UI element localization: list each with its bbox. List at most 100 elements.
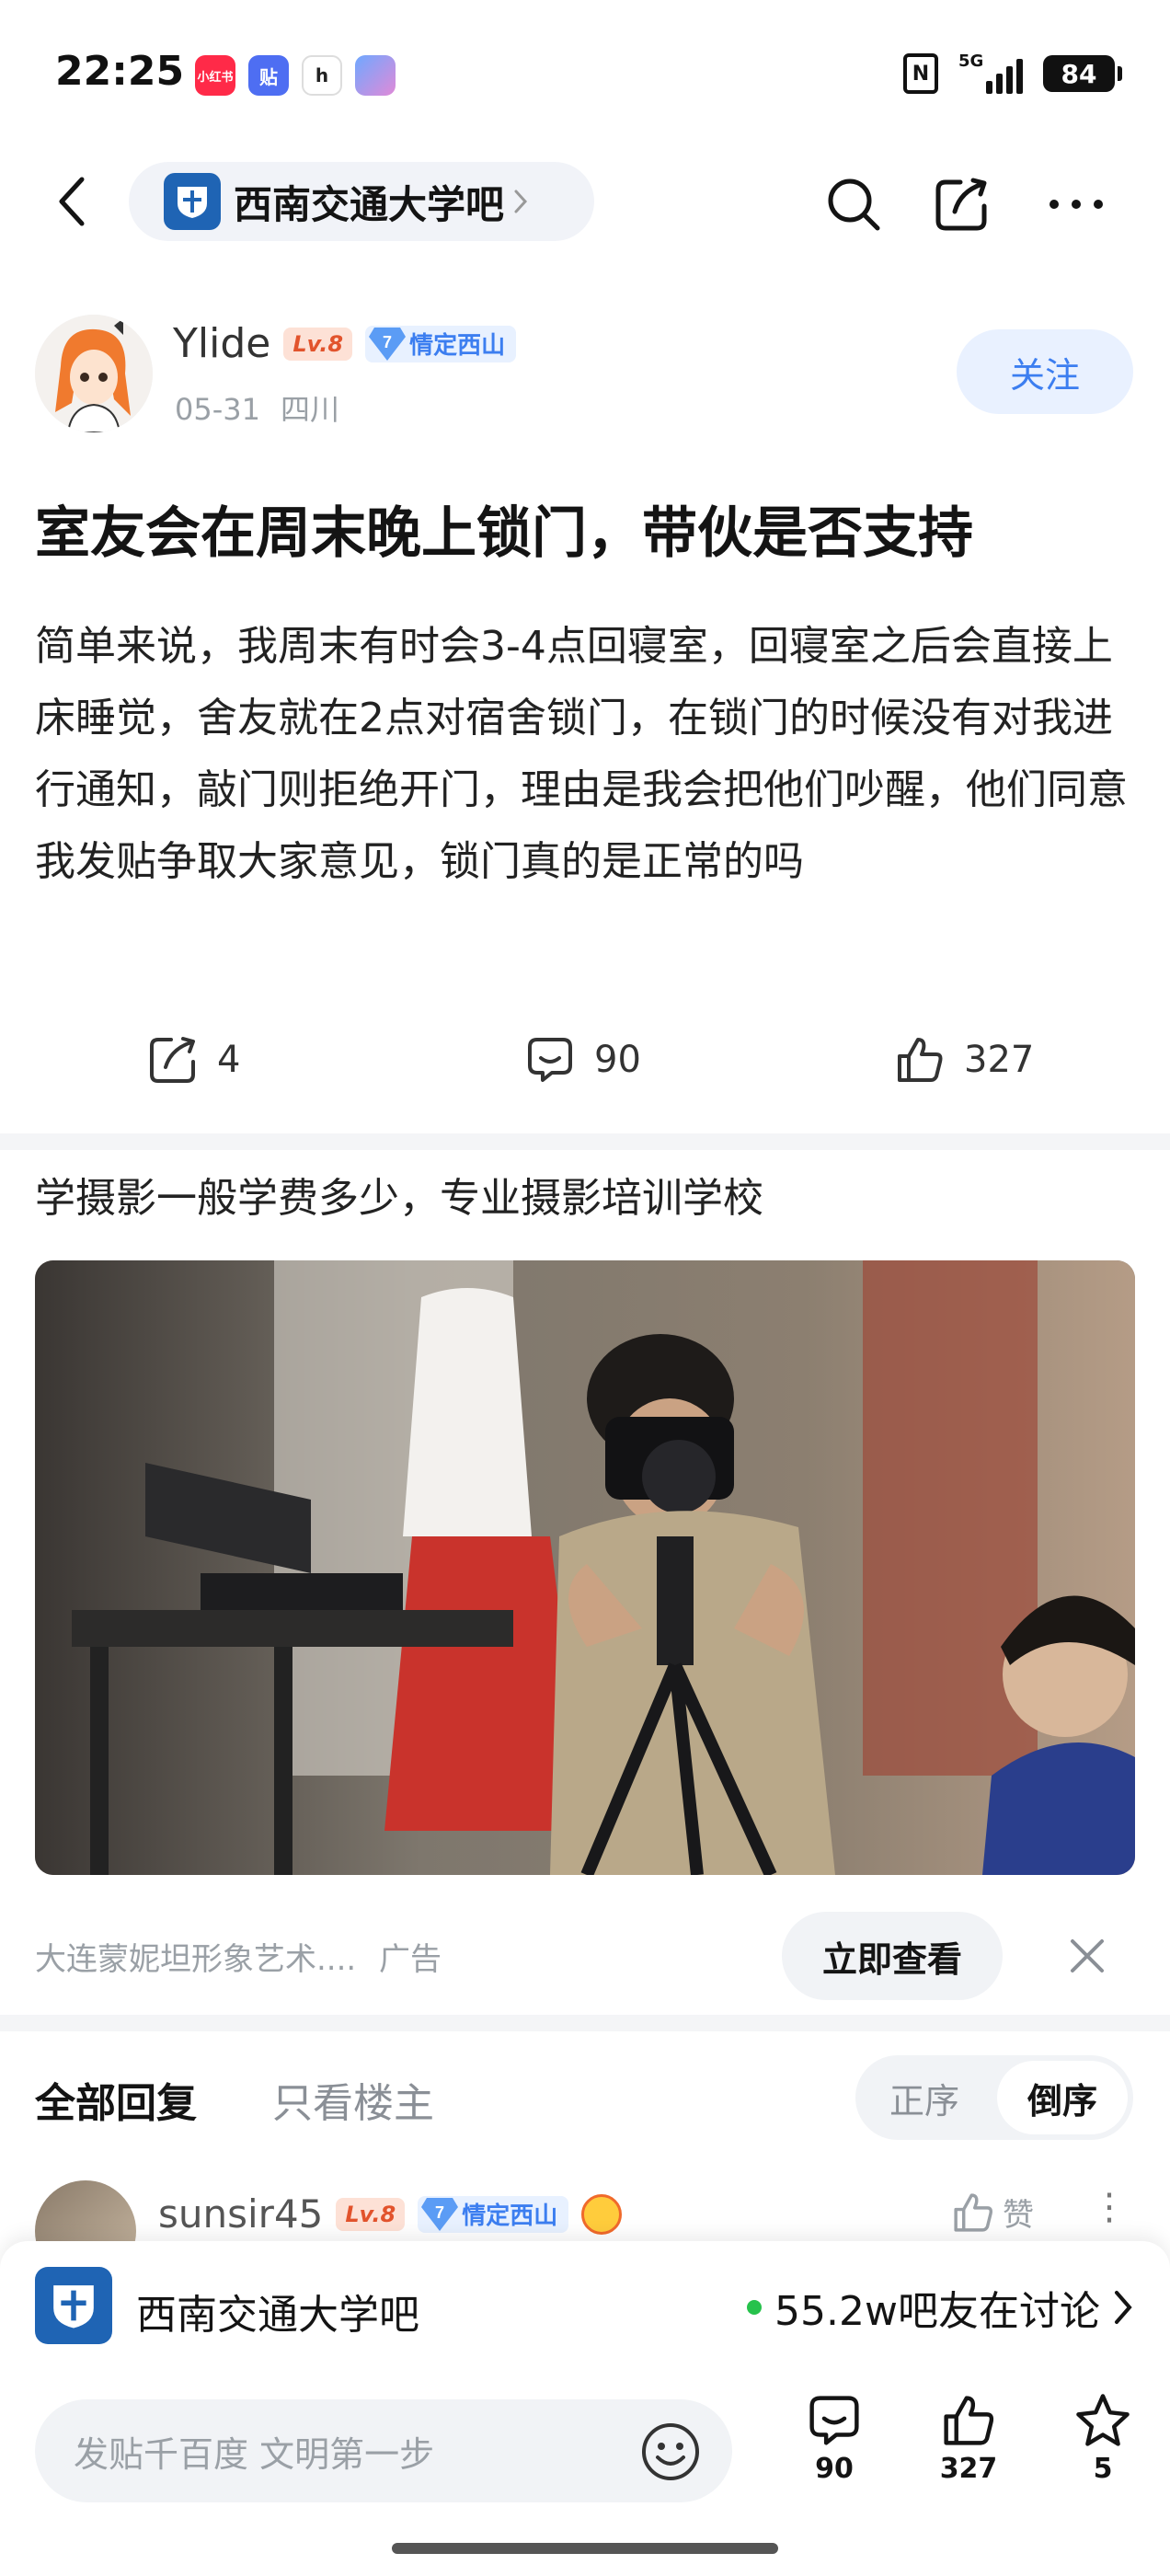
- reply-more-button[interactable]: ⋮: [1091, 2186, 1128, 2228]
- more-icon: [1050, 200, 1103, 209]
- section-divider: [0, 1133, 1170, 1150]
- comment-icon: [809, 2396, 859, 2445]
- smiley-icon: [642, 2423, 699, 2480]
- comment-count: 90: [594, 1039, 641, 1081]
- ad-source-name: 大连蒙妮坦形象艺术....: [35, 1941, 357, 1978]
- reply-header: 全部回复 只看楼主 正序 倒序: [0, 2052, 1170, 2144]
- share-button[interactable]: [927, 169, 997, 239]
- share-count: 4: [217, 1039, 241, 1081]
- section-divider: [0, 2015, 1170, 2031]
- ad-footer: 大连蒙妮坦形象艺术.... 广告 立即查看: [0, 1912, 1170, 2000]
- bottom-like-button[interactable]: 327: [918, 2392, 1019, 2485]
- share-action[interactable]: 4: [147, 1023, 240, 1097]
- forum-bar[interactable]: 西南交通大学吧 55.2w吧友在讨论: [0, 2241, 1170, 2370]
- thumbs-up-icon: [954, 2192, 992, 2232]
- chevron-left-icon: [59, 177, 85, 226]
- comment-action[interactable]: 90: [524, 1023, 641, 1097]
- star-icon: [1076, 2394, 1130, 2446]
- bottom-favorite-count: 5: [1093, 2453, 1113, 2485]
- emoji-badge-icon: [581, 2193, 623, 2235]
- bottom-like-count: 327: [939, 2453, 998, 2485]
- search-icon: [828, 178, 880, 231]
- tab-all-replies[interactable]: 全部回复: [35, 2070, 197, 2129]
- app-icon: h: [302, 55, 342, 96]
- chevron-right-icon: [1115, 2291, 1132, 2324]
- reply-like-label: 赞: [1003, 2197, 1034, 2234]
- discussion-text: 55.2w吧友在讨论: [774, 2288, 1100, 2335]
- post-author: Ylide Lv.8 7 情定西山 05-31 四川 关注: [0, 304, 1170, 442]
- ad-source: 大连蒙妮坦形象艺术.... 广告: [35, 1934, 442, 1979]
- ad-title[interactable]: 学摄影一般学费多少，专业摄影培训学校: [35, 1165, 763, 1224]
- forum-logo-icon: [35, 2267, 112, 2344]
- back-button[interactable]: [44, 169, 99, 234]
- more-button[interactable]: [1041, 169, 1111, 239]
- post-actions: 4 90 327: [0, 1023, 1170, 1097]
- bottom-comment-button[interactable]: 90: [784, 2392, 885, 2485]
- thumbs-up-icon: [898, 1038, 943, 1082]
- sort-toggle: 正序 倒序: [855, 2055, 1133, 2140]
- top-nav: 西南交通大学吧: [0, 156, 1170, 248]
- post-date: 05-31: [175, 392, 260, 427]
- close-ad-button[interactable]: [1058, 1926, 1117, 1985]
- battery-icon: 84: [1043, 55, 1122, 92]
- author-name[interactable]: Ylide: [173, 320, 270, 367]
- tag-text: 情定西山: [409, 332, 506, 360]
- home-indicator[interactable]: [392, 2543, 778, 2554]
- emoji-button[interactable]: [638, 2420, 703, 2484]
- reply-author-name[interactable]: sunsir45: [158, 2191, 323, 2237]
- thumbs-up-icon: [944, 2396, 994, 2445]
- search-button[interactable]: [819, 169, 889, 239]
- network-type: 5G: [958, 52, 984, 71]
- like-count: 327: [964, 1039, 1035, 1081]
- post-body: 简单来说，我周末有时会3-4点回寝室，回寝室之后会直接上床睡觉，舍友就在2点对宿…: [35, 623, 1128, 885]
- nfc-icon: N: [903, 53, 938, 94]
- share-icon: [935, 178, 987, 231]
- like-action[interactable]: 327: [894, 1023, 1034, 1097]
- avatar[interactable]: [35, 315, 153, 432]
- signal-icon: 5G: [958, 52, 1023, 94]
- forum-name: 西南交通大学吧: [234, 181, 505, 227]
- member-tag: 7 情定西山: [418, 2194, 569, 2235]
- author-name-row: Ylide Lv.8 7 情定西山: [173, 320, 517, 367]
- xiaohongshu-icon: 小红书: [195, 55, 235, 96]
- system-icons: N 5G 84: [903, 52, 1122, 94]
- gem-icon: 7: [365, 324, 409, 364]
- level-badge: Lv.8: [336, 2197, 406, 2231]
- bottom-comment-count: 90: [815, 2453, 854, 2485]
- tag-level: 7: [435, 2203, 444, 2222]
- status-bar: 22:25 小红书 贴 h N 5G 84: [0, 0, 1170, 147]
- reply-author-row: sunsir45 Lv.8 7 情定西山: [158, 2191, 623, 2237]
- sort-ascending[interactable]: 正序: [855, 2055, 993, 2140]
- post-location: 四川: [280, 392, 339, 427]
- clock: 22:25: [55, 48, 185, 95]
- tab-op-only[interactable]: 只看楼主: [272, 2070, 434, 2129]
- ad-image[interactable]: [35, 1260, 1135, 1875]
- bottom-favorite-button[interactable]: 5: [1052, 2392, 1153, 2485]
- ad-cta-button[interactable]: 立即查看: [782, 1912, 1003, 2000]
- forum-bar-name: 西南交通大学吧: [136, 2292, 419, 2339]
- member-tag: 7 情定西山: [365, 324, 517, 364]
- reply-input[interactable]: 发贴千百度 文明第一步: [35, 2399, 732, 2502]
- reply-like-button[interactable]: 赞: [951, 2190, 1034, 2235]
- forum-entry[interactable]: 西南交通大学吧: [129, 162, 594, 241]
- forum-logo-icon: [164, 173, 221, 230]
- notification-icons: 小红书 贴 h: [195, 55, 396, 96]
- tag-text: 情定西山: [462, 2202, 558, 2230]
- tieba-icon: 贴: [248, 55, 289, 96]
- online-dot: [747, 2300, 763, 2315]
- follow-button[interactable]: 关注: [957, 329, 1133, 414]
- avatar[interactable]: [35, 2180, 136, 2245]
- post-title: 室友会在周末晚上锁门，带伙是否支持: [35, 501, 973, 566]
- close-icon: [1071, 1939, 1104, 1972]
- ad-label: 广告: [379, 1941, 442, 1978]
- game-icon: [355, 55, 396, 96]
- discussion-count[interactable]: 55.2w吧友在讨论: [747, 2278, 1133, 2337]
- tag-level: 7: [383, 333, 392, 351]
- chevron-right-icon: [514, 190, 528, 213]
- gem-icon: 7: [418, 2194, 462, 2235]
- sort-descending[interactable]: 倒序: [997, 2061, 1128, 2134]
- post-meta: 05-31 四川: [175, 386, 339, 429]
- comment-icon: [528, 1038, 572, 1082]
- share-icon: [150, 1037, 195, 1083]
- reply-item: sunsir45 Lv.8 7 情定西山 赞 ⋮: [0, 2171, 1170, 2245]
